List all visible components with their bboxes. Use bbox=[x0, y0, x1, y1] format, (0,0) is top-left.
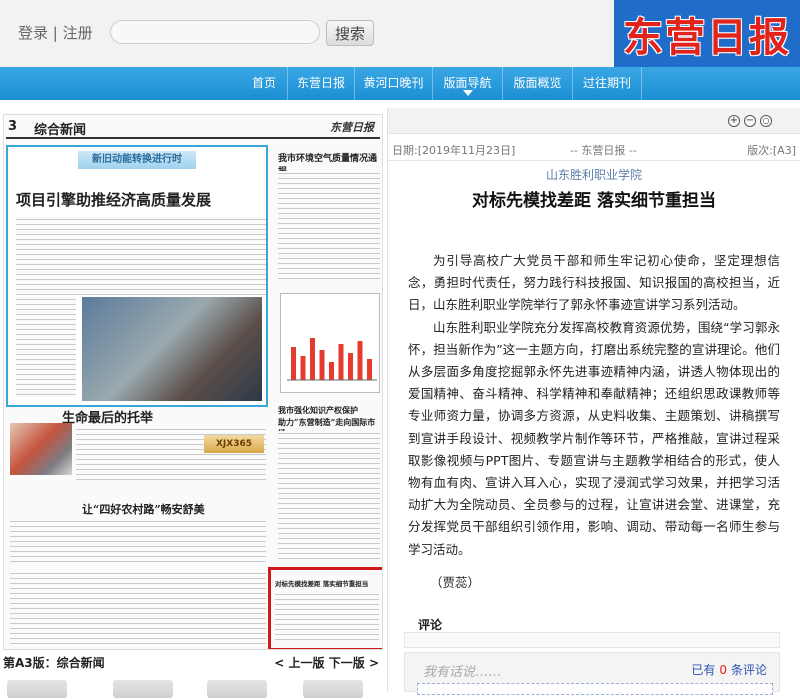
lead-banner: 新旧动能转换进行时 bbox=[78, 151, 196, 169]
comment-count-value: 0 bbox=[719, 663, 727, 677]
top-bar: 登录 | 注册 搜索 东营日报 bbox=[0, 0, 800, 67]
reset-zoom-icon[interactable]: ○ bbox=[760, 115, 772, 127]
main-nav: 首页 东营日报 黄河口晚刊 版面导航 版面概览 过往期刊 日期查询： 2019年… bbox=[0, 67, 800, 190]
page-pager: < 上一版 下一版 > bbox=[274, 654, 379, 671]
share-item[interactable] bbox=[303, 680, 363, 698]
story-3-text bbox=[10, 519, 266, 565]
page-footer: 第A3版：综合新闻 < 上一版 下一版 > bbox=[3, 654, 383, 674]
comment-placeholder[interactable]: 我有话说…… bbox=[423, 661, 501, 680]
site-logo[interactable]: 东营日报 bbox=[614, 0, 800, 67]
selected-article-highlight[interactable]: 对标先模找差距 落实细节重担当 bbox=[268, 567, 382, 649]
register-link[interactable]: 注册 bbox=[63, 24, 93, 42]
pager-left-chevron-icon: < bbox=[274, 656, 285, 670]
story-2-headline: 生命最后的托举 bbox=[62, 411, 154, 426]
share-toolbar bbox=[3, 678, 383, 700]
article-page: 版次:[A3] bbox=[747, 144, 796, 157]
ip-text bbox=[278, 431, 380, 561]
current-page-label: 第A3版：综合新闻 bbox=[3, 656, 105, 670]
nav-huanghekou-evening[interactable]: 黄河口晚刊 bbox=[354, 67, 432, 100]
page-section: 综合新闻 bbox=[34, 123, 87, 138]
air-quality-table bbox=[278, 171, 380, 283]
login-register: 登录 | 注册 bbox=[18, 22, 93, 43]
lead-story-box[interactable]: 新旧动能转换进行时 项目引擎助推经济高质量发展 bbox=[6, 145, 268, 407]
article-subtitle: 山东胜利职业学院 bbox=[545, 168, 642, 182]
login-link[interactable]: 登录 bbox=[18, 24, 48, 42]
article-author: （贾蕊） bbox=[430, 575, 481, 590]
lead-text-side bbox=[16, 297, 76, 397]
search-input[interactable] bbox=[110, 20, 320, 44]
next-page-link[interactable]: 下一版 bbox=[329, 656, 365, 670]
article-title: 对标先模找差距 落实细节重担当 bbox=[472, 191, 716, 211]
comment-count-prefix: 已有 bbox=[691, 663, 716, 677]
nav-past-issues[interactable]: 过往期刊 bbox=[572, 67, 642, 100]
page-brand: 东营日报 bbox=[330, 121, 374, 134]
page-rule bbox=[6, 137, 380, 139]
highlight-text bbox=[275, 592, 379, 644]
article-toolbar: + − ○ bbox=[388, 108, 800, 134]
chart-bar bbox=[338, 344, 344, 380]
logo-text: 东营日报 bbox=[623, 13, 791, 61]
share-item[interactable] bbox=[113, 680, 173, 698]
newspaper-page-image[interactable]: 3 综合新闻 东营日报 新旧动能转换进行时 项目引擎助推经济高质量发展 我市环境… bbox=[3, 114, 383, 650]
lead-photo bbox=[82, 297, 262, 401]
share-item[interactable] bbox=[207, 680, 267, 698]
air-quality-chart bbox=[280, 293, 380, 393]
article-meta: 日期:[2019年11月23日] -- 东营日报 -- 版次:[A3] bbox=[392, 142, 796, 158]
nav-dongying-daily[interactable]: 东营日报 bbox=[287, 67, 354, 100]
ad-badge: XJX365 bbox=[204, 435, 264, 453]
prev-page-link[interactable]: 上一版 bbox=[289, 656, 325, 670]
lead-headline: 项目引擎助推经济高质量发展 bbox=[16, 191, 212, 209]
nav-home[interactable]: 首页 bbox=[241, 67, 287, 100]
story-3-headline: 让“四好农村路”畅安舒美 bbox=[82, 503, 205, 516]
search-button[interactable]: 搜索 bbox=[326, 20, 374, 46]
chart-bar bbox=[300, 356, 306, 380]
chevron-down-icon bbox=[463, 90, 473, 96]
article-date: 日期:[2019年11月23日] bbox=[392, 144, 516, 157]
meta-divider bbox=[388, 160, 800, 161]
comment-bar bbox=[404, 632, 780, 648]
chart-bar bbox=[319, 350, 325, 380]
page-number: 3 bbox=[8, 119, 18, 134]
chart-bar bbox=[291, 347, 296, 380]
comment-label: 评论 bbox=[418, 618, 443, 632]
pager-right-chevron-icon: > bbox=[368, 656, 379, 670]
story-4-text bbox=[10, 571, 266, 647]
login-divider: | bbox=[52, 24, 58, 42]
comment-count[interactable]: 已有 0 条评论 bbox=[691, 661, 767, 678]
article-source: -- 东营日报 -- bbox=[570, 144, 637, 157]
nav-page-overview[interactable]: 版面概览 bbox=[502, 67, 572, 100]
zoom-in-icon[interactable]: + bbox=[728, 115, 740, 127]
story-2-photo bbox=[10, 423, 72, 475]
newspaper-panel: 3 综合新闻 东营日报 新旧动能转换进行时 项目引擎助推经济高质量发展 我市环境… bbox=[0, 108, 388, 698]
ip-headline: 我市强化知识产权保护 bbox=[278, 405, 358, 415]
chart-bar bbox=[310, 338, 315, 380]
article-body: 为引导高校广大党员干部和师生牢记初心使命，坚定理想信念，勇担时代责任，努力践行科… bbox=[408, 250, 780, 561]
share-item[interactable] bbox=[7, 680, 67, 698]
article-paragraph: 山东胜利职业学院充分发挥高校教育资源优势，围绕“学习郭永怀，担当新作为”这一主题… bbox=[408, 319, 780, 557]
comment-count-suffix: 条评论 bbox=[730, 663, 767, 677]
highlight-title: 对标先模找差距 落实细节重担当 bbox=[275, 580, 369, 588]
chart-bar bbox=[367, 359, 372, 380]
zoom-out-icon[interactable]: − bbox=[744, 115, 756, 127]
chart-bar bbox=[329, 362, 334, 380]
chart-bar bbox=[348, 353, 353, 380]
article-paragraph: 为引导高校广大党员干部和师生牢记初心使命，坚定理想信念，勇担时代责任，努力践行科… bbox=[408, 253, 780, 313]
comment-box: 我有话说…… 已有 0 条评论 bbox=[404, 652, 780, 695]
article-panel: + − ○ 日期:[2019年11月23日] -- 东营日报 -- 版次:[A3… bbox=[388, 108, 800, 695]
lead-text bbox=[16, 217, 266, 295]
comment-input[interactable] bbox=[417, 683, 773, 695]
chart-bar bbox=[357, 341, 363, 380]
air-quality-chart-svg bbox=[287, 338, 377, 381]
